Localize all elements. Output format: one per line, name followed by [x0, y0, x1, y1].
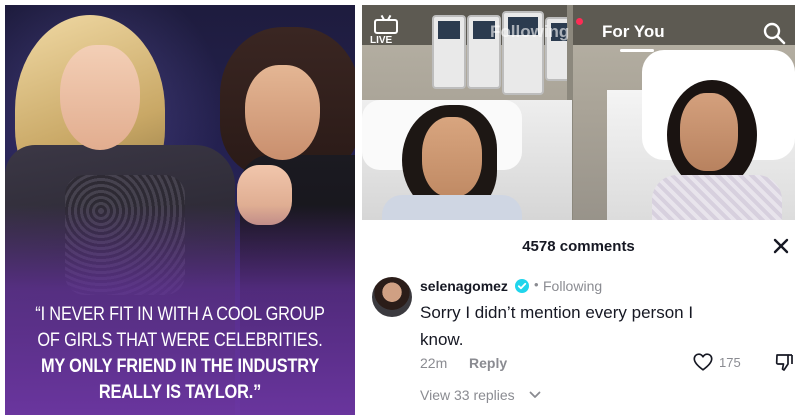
- comment-timestamp: 22m: [420, 355, 448, 371]
- video-wall: [362, 5, 795, 45]
- active-tab-indicator: [620, 49, 654, 52]
- quote-photo-panel: “I NEVER FIT IN WITH A COOL GROUP OF GIR…: [5, 5, 355, 415]
- dislike-icon[interactable]: [774, 352, 794, 372]
- close-icon[interactable]: [772, 237, 790, 255]
- view-replies-button[interactable]: View 33 replies: [420, 387, 515, 403]
- chevron-down-icon[interactable]: [529, 390, 541, 400]
- like-count: 175: [719, 355, 741, 370]
- tab-for-you[interactable]: For You: [602, 22, 665, 42]
- live-label[interactable]: LIVE: [370, 35, 392, 46]
- photo-person-right-face: [245, 65, 320, 160]
- reply-button[interactable]: Reply: [469, 355, 507, 371]
- patient-right-gown: [652, 175, 782, 220]
- photo-person-left-face: [60, 45, 140, 150]
- comments-sheet: 4578 comments selenagomez • Following So…: [362, 220, 795, 415]
- following-status: Following: [543, 278, 603, 294]
- quote-line-4: REALLY IS TAYLOR.”: [98, 382, 262, 403]
- heart-icon[interactable]: [692, 351, 714, 373]
- tiktok-screen: LIVE Following For You 4578 comments sel…: [362, 5, 795, 415]
- quote-line-2: OF GIRLS THAT WERE CELEBRITIES.: [37, 330, 323, 351]
- search-icon[interactable]: [762, 21, 786, 45]
- video-player[interactable]: LIVE Following For You: [362, 5, 795, 220]
- new-content-dot: [576, 18, 583, 25]
- patient-left-gown: [382, 195, 522, 220]
- comments-count: 4578 comments: [522, 238, 635, 255]
- quote-line-1: “I NEVER FIT IN WITH A COOL GROUP: [35, 304, 325, 325]
- patient-right-face: [680, 93, 738, 171]
- comment-text: Sorry I didn’t mention every person I kn…: [420, 303, 694, 349]
- separator-dot: •: [534, 277, 539, 292]
- iv-pump: [432, 15, 466, 89]
- tab-following[interactable]: Following: [490, 22, 569, 42]
- verified-badge-icon: [515, 279, 529, 293]
- avatar[interactable]: [372, 277, 412, 317]
- comment-username[interactable]: selenagomez: [420, 278, 508, 294]
- patient-left-face: [422, 117, 482, 197]
- quote-text: “I NEVER FIT IN WITH A COOL GROUP OF GIR…: [5, 302, 355, 406]
- quote-line-3: MY ONLY FRIEND IN THE INDUSTRY: [40, 356, 320, 377]
